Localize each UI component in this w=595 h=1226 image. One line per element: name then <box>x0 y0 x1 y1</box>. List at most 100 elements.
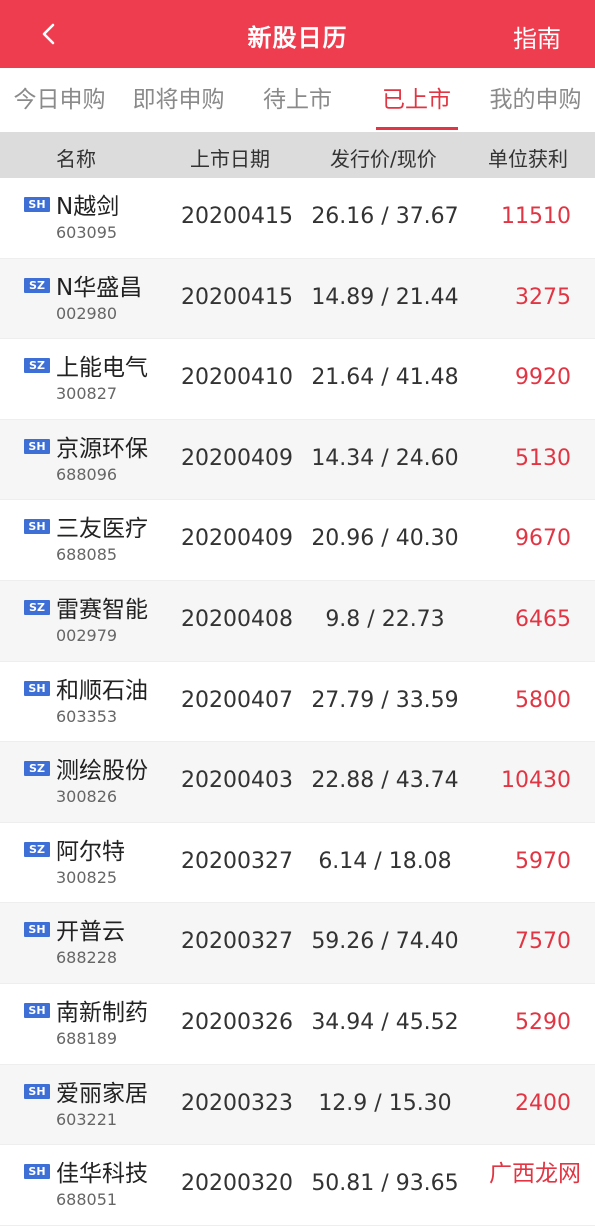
stock-code: 603095 <box>56 223 118 242</box>
unit-profit: 6465 <box>515 606 571 632</box>
stock-code: 002980 <box>56 303 118 323</box>
issue-current-price: 50.81 / 93.65 <box>311 1171 459 1197</box>
issue-current-price: 14.89 / 21.44 <box>311 284 459 310</box>
table-row[interactable]: SZ 阿尔特 300825 20200327 6.14 / 18.08 5970 <box>0 822 595 904</box>
stock-name: 南新制药 <box>56 999 148 1026</box>
unit-profit: 5130 <box>515 445 571 471</box>
table-row[interactable]: SH 南新制药 688189 20200326 34.94 / 45.52 52… <box>0 983 595 1065</box>
stock-code: 002979 <box>56 625 118 645</box>
stock-name: 和顺石油 <box>56 677 148 704</box>
market-badge: SH <box>24 197 50 212</box>
market-badge: SH <box>24 680 50 696</box>
issue-current-price: 12.9 / 15.30 <box>318 1090 452 1116</box>
stock-name: 佳华科技 <box>56 1161 148 1188</box>
column-header-date: 上市日期 <box>190 147 270 171</box>
issue-current-price: 22.88 / 43.74 <box>311 768 459 794</box>
issue-current-price: 20.96 / 40.30 <box>311 526 459 552</box>
unit-profit: 3275 <box>515 284 571 310</box>
issue-current-price: 26.16 / 37.67 <box>311 204 459 229</box>
unit-profit: 9920 <box>515 365 571 391</box>
table-row[interactable]: SH 爱丽家居 603221 20200323 12.9 / 15.30 240… <box>0 1064 595 1146</box>
listing-date: 20200327 <box>181 848 293 874</box>
listing-date: 20200409 <box>181 445 293 471</box>
listing-date: 20200415 <box>181 204 293 229</box>
table-row[interactable]: SH 开普云 688228 20200327 59.26 / 74.40 757… <box>0 903 595 984</box>
market-badge: SH <box>24 1083 50 1099</box>
table-row[interactable]: SH 京源环保 688096 20200409 14.34 / 24.60 51… <box>0 419 595 501</box>
listing-date: 20200327 <box>181 929 293 955</box>
issue-current-price: 59.26 / 74.40 <box>311 929 459 955</box>
tab-bar: 今日申购 即将申购 待上市 已上市 我的申购 <box>0 68 595 132</box>
listing-date: 20200407 <box>181 687 293 713</box>
stock-name: 雷赛智能 <box>56 596 148 623</box>
tab-today-subscribe[interactable]: 今日申购 <box>0 68 119 132</box>
tab-listed[interactable]: 已上市 <box>357 68 476 132</box>
table-row[interactable]: SH N越剑 603095 20200415 26.16 / 37.67 115… <box>0 178 595 259</box>
market-badge: SZ <box>24 841 50 857</box>
stock-name: 开普云 <box>56 919 125 946</box>
stock-code: 688228 <box>56 948 118 968</box>
tab-upcoming-subscribe[interactable]: 即将申购 <box>119 68 238 132</box>
issue-current-price: 34.94 / 45.52 <box>311 1009 459 1035</box>
guide-button[interactable]: 指南 <box>513 19 561 54</box>
page-title: 新股日历 <box>247 24 348 52</box>
tab-my-subscriptions[interactable]: 我的申购 <box>476 68 595 132</box>
unit-profit: 7570 <box>515 929 571 955</box>
unit-profit: 2400 <box>515 1090 571 1116</box>
stock-list: SH N越剑 603095 20200415 26.16 / 37.67 115… <box>0 178 595 1226</box>
market-badge: SZ <box>24 599 50 615</box>
unit-profit: 11510 <box>501 204 571 229</box>
issue-current-price: 6.14 / 18.08 <box>318 848 452 874</box>
listing-date: 20200410 <box>181 365 293 391</box>
table-row[interactable]: SH 和顺石油 603353 20200407 27.79 / 33.59 58… <box>0 661 595 743</box>
market-badge: SH <box>24 519 50 535</box>
unit-profit: 5800 <box>515 687 571 713</box>
table-row[interactable]: SZ 测绘股份 300826 20200403 22.88 / 43.74 10… <box>0 742 595 823</box>
stock-name: 京源环保 <box>56 435 148 462</box>
unit-profit: 5290 <box>515 1009 571 1035</box>
stock-code: 688085 <box>56 545 118 565</box>
table-row[interactable]: SH 三友医疗 688085 20200409 20.96 / 40.30 96… <box>0 500 595 581</box>
listing-date: 20200403 <box>181 768 293 794</box>
column-header-name: 名称 <box>56 147 96 171</box>
table-row[interactable]: SZ 雷赛智能 002979 20200408 9.8 / 22.73 6465 <box>0 580 595 662</box>
market-badge: SH <box>24 438 50 454</box>
unit-profit: 5970 <box>515 848 571 874</box>
listing-date: 20200323 <box>181 1090 293 1116</box>
listing-date: 20200415 <box>181 284 293 310</box>
table-row[interactable]: SZ 上能电气 300827 20200410 21.64 / 41.48 99… <box>0 339 595 420</box>
market-badge: SH <box>24 1164 50 1180</box>
unit-profit: 9670 <box>515 526 571 552</box>
table-header: 名称 上市日期 发行价/现价 单位获利 <box>0 132 595 178</box>
stock-name: N华盛昌 <box>56 274 143 301</box>
listing-date: 20200320 <box>181 1171 293 1197</box>
market-badge: SZ <box>24 277 50 293</box>
stock-name: 爱丽家居 <box>56 1080 148 1107</box>
stock-code: 603221 <box>56 1109 118 1129</box>
issue-current-price: 9.8 / 22.73 <box>325 606 445 632</box>
site-watermark: 广西龙网 <box>485 1152 585 1190</box>
stock-code: 688189 <box>56 1028 118 1048</box>
listing-date: 20200326 <box>181 1009 293 1035</box>
app-header: 新股日历 指南 <box>0 0 595 68</box>
issue-current-price: 14.34 / 24.60 <box>311 445 459 471</box>
market-badge: SZ <box>24 761 50 777</box>
market-badge: SZ <box>24 358 50 374</box>
issue-current-price: 21.64 / 41.48 <box>311 365 459 391</box>
stock-name: 阿尔特 <box>56 838 125 865</box>
stock-code: 300827 <box>56 384 118 404</box>
column-header-profit: 单位获利 <box>488 147 568 171</box>
issue-current-price: 27.79 / 33.59 <box>311 687 459 713</box>
table-row[interactable]: SZ N华盛昌 002980 20200415 14.89 / 21.44 32… <box>0 258 595 340</box>
listing-date: 20200408 <box>181 606 293 632</box>
stock-name: 测绘股份 <box>56 758 148 785</box>
unit-profit: 10430 <box>501 768 571 794</box>
stock-code: 603353 <box>56 706 118 726</box>
stock-code: 688096 <box>56 464 118 484</box>
stock-name: 三友医疗 <box>56 516 148 543</box>
stock-code: 300826 <box>56 787 118 807</box>
tab-pending-listing[interactable]: 待上市 <box>238 68 357 132</box>
column-header-price: 发行价/现价 <box>330 147 437 171</box>
market-badge: SH <box>24 922 50 938</box>
listing-date: 20200409 <box>181 526 293 552</box>
